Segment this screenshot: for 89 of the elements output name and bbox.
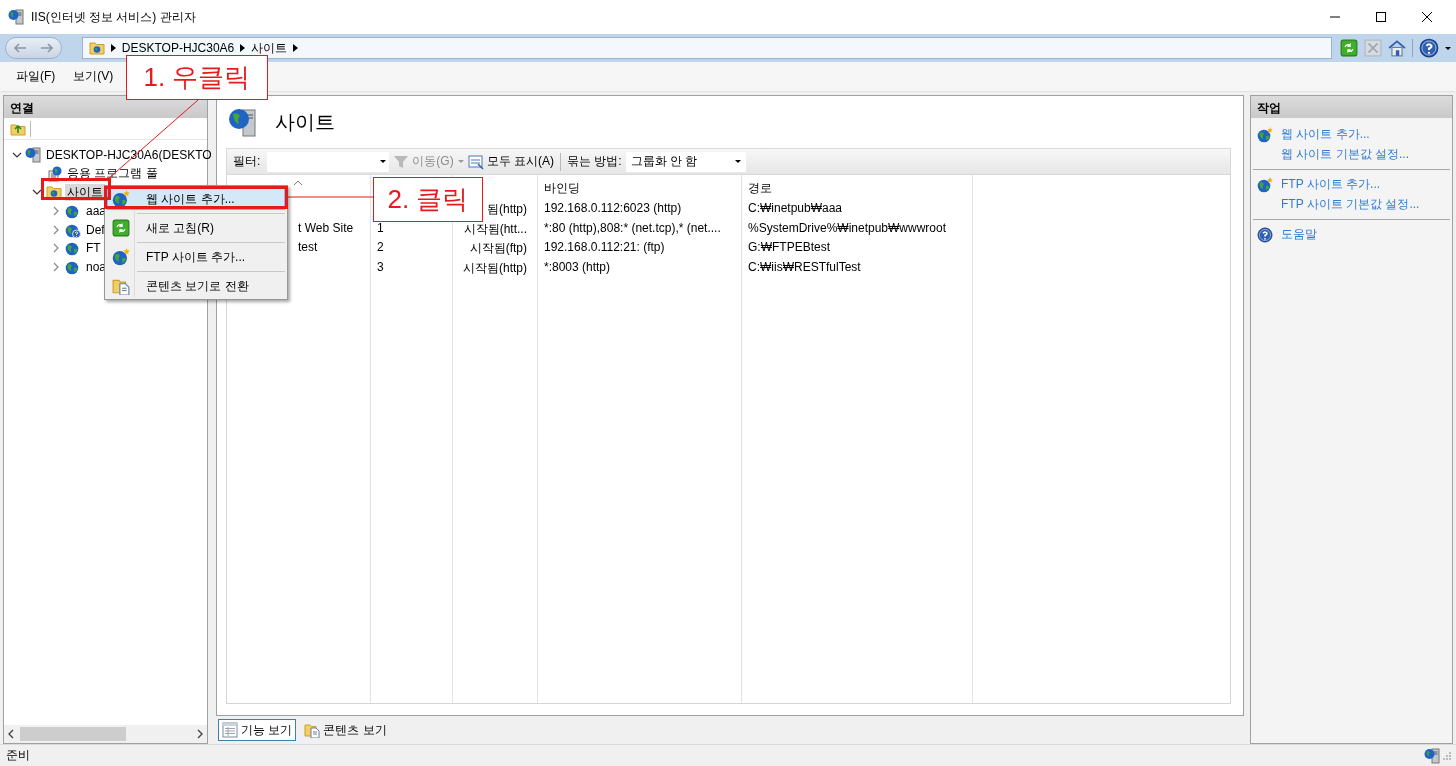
server-globe-icon bbox=[8, 9, 24, 25]
menu-item[interactable]: 콘텐츠 보기로 전환 bbox=[107, 275, 285, 297]
menu-item[interactable]: 파일(F) bbox=[16, 68, 56, 85]
grid-icon bbox=[467, 153, 484, 170]
table-cell: 2 bbox=[377, 240, 384, 254]
help-button[interactable] bbox=[1419, 38, 1439, 58]
table-cell: *:80 (http),808:* (net.tcp),* (net.... bbox=[544, 220, 721, 235]
group-by-dropdown[interactable]: 그룹화 안 함 bbox=[625, 151, 746, 172]
help-icon bbox=[1419, 38, 1439, 58]
breadcrumb-arrow-icon bbox=[110, 44, 116, 52]
table-cell: %SystemDrive%₩inetpub₩wwwroot bbox=[748, 220, 947, 235]
scroll-left-icon bbox=[8, 729, 14, 739]
table-cell: *:8003 (http) bbox=[544, 259, 611, 274]
breadcrumb[interactable]: 사이트 bbox=[251, 39, 288, 57]
filter-field[interactable] bbox=[267, 151, 390, 172]
server-globe-icon bbox=[46, 165, 62, 182]
table-cell: 시작됨(ftp) bbox=[469, 241, 527, 255]
annotation-label: 1. 우클릭 bbox=[126, 55, 268, 100]
forward-button[interactable] bbox=[39, 42, 56, 54]
tree-item[interactable]: FT bbox=[84, 241, 103, 256]
table-cell: 1 bbox=[377, 220, 384, 235]
action-link[interactable]: 웹 사이트 기본값 설정... bbox=[1281, 146, 1409, 163]
resize-grip-icon bbox=[1442, 750, 1452, 761]
table-cell: G:₩FTPEBtest bbox=[748, 240, 830, 254]
folder-globe-icon bbox=[88, 40, 105, 56]
annotation-label: 2. 클릭 bbox=[373, 177, 483, 222]
menu-item[interactable]: FTP 사이트 추가... bbox=[107, 246, 285, 268]
breadcrumb-arrow-icon bbox=[240, 44, 246, 52]
globe-icon bbox=[65, 203, 81, 220]
grid-icon bbox=[222, 722, 238, 738]
column-header[interactable]: 경로 bbox=[748, 181, 772, 195]
scroll-right-icon bbox=[197, 729, 203, 739]
tree-item[interactable]: Def bbox=[84, 222, 107, 237]
stop-icon bbox=[1364, 39, 1382, 57]
folder-document-icon bbox=[304, 722, 321, 738]
back-arrow-icon bbox=[11, 42, 28, 54]
status-text: 준비 bbox=[6, 747, 30, 764]
server-globe-icon bbox=[1424, 747, 1440, 764]
refresh-button[interactable] bbox=[1340, 39, 1358, 57]
globe-server-icon bbox=[227, 106, 259, 138]
dropdown-arrow-icon bbox=[734, 160, 741, 163]
dropdown-arrow-icon bbox=[380, 160, 387, 163]
funnel-icon bbox=[393, 153, 410, 170]
home-icon bbox=[1388, 39, 1406, 57]
dropdown-arrow-icon bbox=[457, 160, 464, 163]
panel-header: 작업 bbox=[1251, 96, 1452, 118]
table-cell: t Web Site bbox=[298, 220, 354, 235]
refresh-icon bbox=[1340, 39, 1358, 57]
home-button[interactable] bbox=[1388, 39, 1406, 57]
table-cell: 시작됨(htt... bbox=[463, 221, 527, 236]
breadcrumb[interactable]: DESKTOP-HJC30A6 bbox=[121, 41, 235, 55]
panel-header: 연결 bbox=[4, 96, 207, 118]
menu-item[interactable]: 보기(V) bbox=[73, 68, 114, 85]
view-tab[interactable]: 콘텐츠 보기 bbox=[300, 719, 391, 741]
refresh-icon bbox=[112, 219, 130, 237]
table-cell: 192.168.0.112:6023 (http) bbox=[544, 201, 682, 215]
horizontal-scrollbar[interactable] bbox=[4, 725, 207, 743]
group-by-label: 묶는 방법: bbox=[567, 153, 622, 170]
action-link[interactable]: FTP 사이트 기본값 설정... bbox=[1281, 196, 1420, 213]
table-cell: C:₩inetpub₩aaa bbox=[748, 201, 843, 215]
server-globe-icon bbox=[25, 147, 41, 164]
page-title: 사이트 bbox=[275, 109, 335, 135]
breadcrumb-arrow-icon bbox=[293, 44, 299, 52]
view-tab[interactable]: 기능 보기 bbox=[218, 719, 297, 741]
column-header[interactable]: 바인딩 bbox=[544, 181, 580, 195]
maximize-icon bbox=[1376, 12, 1386, 22]
table-cell: 192.168.0.112:21: (ftp) bbox=[544, 240, 665, 254]
close-icon bbox=[1422, 12, 1432, 22]
globe-icon bbox=[65, 240, 81, 257]
tree-item[interactable]: DESKTOP-HJC30A6(DESKTO bbox=[44, 148, 214, 163]
table-cell: 됨(http) bbox=[487, 202, 527, 216]
caret-icon bbox=[1445, 46, 1451, 50]
show-all-button[interactable]: 모두 표시(A) bbox=[467, 153, 554, 170]
table-cell: 3 bbox=[377, 259, 384, 274]
forward-arrow-icon bbox=[39, 42, 56, 54]
table-cell: test bbox=[298, 240, 318, 254]
table-cell: 시작됨(http) bbox=[463, 260, 527, 275]
action-link[interactable]: 웹 사이트 추가... bbox=[1281, 126, 1370, 143]
menu-item[interactable]: 새로 고침(R) bbox=[107, 217, 285, 239]
folder-document-icon bbox=[112, 277, 130, 295]
action-link[interactable]: 도움말 bbox=[1281, 226, 1317, 243]
stop-button[interactable] bbox=[1364, 39, 1382, 57]
address-field[interactable]: DESKTOP-HJC30A6 사이트 bbox=[81, 37, 1332, 59]
window-title: IIS(인터넷 정보 서비스) 관리자 bbox=[31, 8, 196, 26]
action-link[interactable]: FTP 사이트 추가... bbox=[1281, 176, 1381, 193]
table-cell: C:₩iis₩RESTfulTest bbox=[748, 259, 861, 274]
help-icon bbox=[1257, 226, 1273, 243]
back-button[interactable] bbox=[11, 42, 28, 54]
filter-label: 필터: bbox=[233, 153, 261, 170]
